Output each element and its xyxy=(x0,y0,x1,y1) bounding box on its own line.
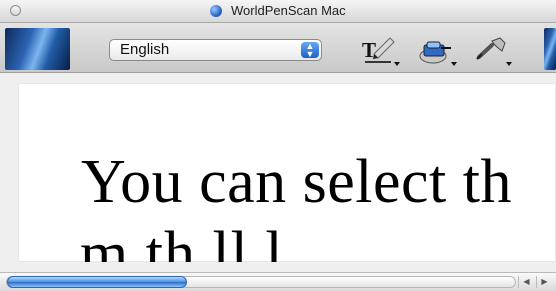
main-toolbar: English ▲ ▼ T xyxy=(0,23,556,73)
text-tool-icon: T xyxy=(362,37,400,66)
toolbar-left-decoration xyxy=(5,28,70,70)
scroll-thumb[interactable] xyxy=(7,276,187,288)
settings-tool-button[interactable] xyxy=(472,33,512,68)
scroll-right-button[interactable]: ▶ xyxy=(536,276,552,288)
window-title-container: WorldPenScan Mac xyxy=(0,3,556,19)
chevron-up-down-icon[interactable]: ▲ ▼ xyxy=(301,42,319,59)
window-titlebar: WorldPenScan Mac xyxy=(0,0,556,23)
scan-icon xyxy=(419,41,457,66)
language-select-value: English xyxy=(120,41,170,58)
worldpenscan-icon xyxy=(210,5,223,17)
language-select[interactable]: English ▲ ▼ xyxy=(109,39,322,61)
document-text-line: You can select th xyxy=(81,148,512,216)
horizontal-scrollbar[interactable]: ◀ ▶ xyxy=(0,272,556,291)
window-title: WorldPenScan Mac xyxy=(230,3,346,18)
scan-button[interactable] xyxy=(417,33,457,68)
document-preview: You can select th m th ll l xyxy=(18,83,556,262)
document-text-line: m th ll l xyxy=(80,220,284,262)
worldpenscan-window: WorldPenScan Mac English ▲ ▼ T You can s… xyxy=(0,0,556,291)
text-tool-button[interactable]: T xyxy=(360,33,400,68)
toolbar-right-decoration xyxy=(544,28,556,70)
document-view-frame: You can select th m th ll l ◀ ▶ xyxy=(0,73,556,291)
settings-tool-icon xyxy=(476,37,512,66)
scroll-left-button[interactable]: ◀ xyxy=(518,276,534,288)
